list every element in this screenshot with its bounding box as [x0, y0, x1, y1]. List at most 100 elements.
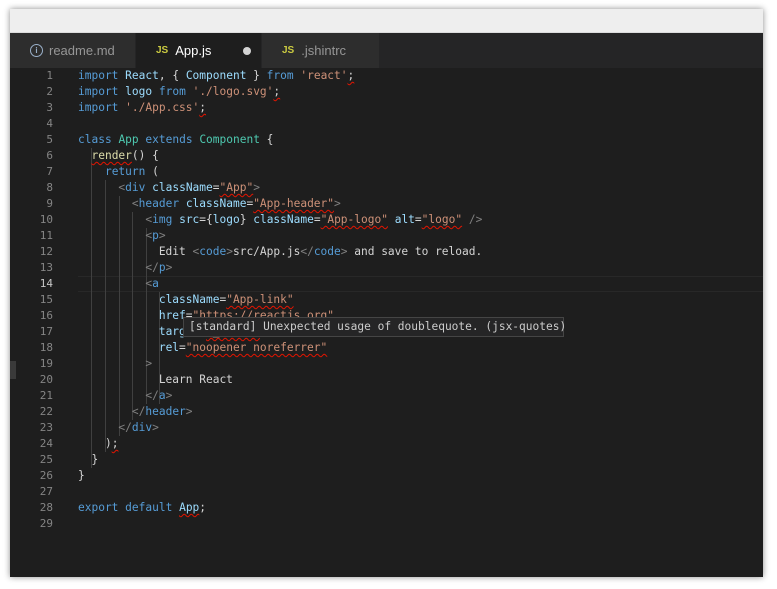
line-number: 24 [39, 437, 53, 450]
code-line[interactable]: class App extends Component { [78, 132, 273, 148]
line-number: 10 [39, 213, 53, 226]
code-token: > [334, 197, 341, 210]
line-number: 1 [46, 69, 53, 82]
code-token: div [131, 421, 153, 434]
code-line[interactable]: <p> [78, 228, 166, 244]
code-token: Edit [78, 245, 193, 258]
code-line[interactable]: } [78, 452, 98, 468]
line-number: 5 [46, 133, 53, 146]
code-token: > [165, 389, 173, 402]
line-number: 16 [39, 309, 53, 322]
code-token: div [125, 181, 146, 194]
code-token: code [313, 245, 341, 258]
code-token: = [179, 341, 186, 354]
code-token: import [78, 85, 119, 98]
code-token: </ [145, 261, 159, 274]
code-line[interactable]: rel="noopener noreferrer" [78, 340, 327, 356]
code-token: Component [199, 133, 260, 146]
code-token: className [253, 213, 314, 226]
code-line[interactable]: </a> [78, 388, 172, 404]
code-token: , { [158, 69, 186, 82]
code-line[interactable]: <img src={logo} className="App-logo" alt… [78, 212, 482, 228]
code-token: "logo" [421, 213, 463, 226]
code-token: header [138, 197, 180, 210]
code-line[interactable]: } [78, 468, 85, 484]
tab-readme[interactable]: i readme.md [10, 33, 136, 68]
tab-jshintrc[interactable]: JS .jshintrc [262, 33, 380, 68]
code-line[interactable]: </div> [78, 420, 158, 436]
code-token: './App.css' [125, 101, 200, 114]
editor-window: i readme.md JS App.js JS .jshintrc 12345… [10, 9, 763, 577]
code-token: Component [185, 69, 247, 82]
code-token: > [165, 261, 173, 274]
code-token: src [179, 213, 200, 226]
code-token: { [259, 133, 274, 146]
code-token: "App" [219, 181, 254, 194]
code-token: "App-logo" [320, 213, 388, 226]
line-number: 3 [46, 101, 53, 114]
code-line[interactable]: <header className="App-header"> [78, 196, 341, 212]
line-number: 14 [39, 277, 53, 290]
code-token: > [185, 405, 193, 418]
code-line[interactable]: render() { [78, 148, 159, 164]
code-line[interactable]: <div className="App"> [78, 180, 260, 196]
code-line[interactable]: import logo from './logo.svg'; [78, 84, 280, 100]
code-token: () { [131, 149, 159, 162]
code-token: ; [273, 85, 281, 98]
code-token: return [104, 165, 146, 178]
line-number: 28 [39, 501, 53, 514]
code-token: export [78, 501, 119, 514]
code-token: Learn React [78, 373, 233, 386]
code-line[interactable]: import './App.css'; [78, 100, 206, 116]
line-number: 23 [39, 421, 53, 434]
code-token: > [158, 229, 166, 242]
code-token: /> [468, 213, 483, 226]
code-line[interactable]: > [78, 356, 152, 372]
code-token: default [125, 501, 173, 514]
scrollbar-marker[interactable] [10, 361, 16, 379]
code-token: ; [199, 101, 207, 114]
code-line[interactable]: </p> [78, 260, 172, 276]
code-line[interactable]: </header> [78, 404, 193, 420]
code-token: </ [145, 389, 159, 402]
code-line[interactable]: Learn React [78, 372, 233, 388]
code-token: logo [125, 85, 153, 98]
tab-app-js[interactable]: JS App.js [136, 33, 262, 68]
code-token: > [340, 245, 348, 258]
unsaved-dot-icon[interactable] [243, 47, 251, 55]
code-token: className [152, 181, 213, 194]
code-token: = [414, 213, 422, 226]
code-line[interactable]: Edit <code>src/App.js</code> and save to… [78, 244, 482, 260]
line-number: 18 [39, 341, 53, 354]
code-token: 'react' [300, 69, 348, 82]
line-number: 19 [39, 357, 53, 370]
code-token: } [78, 453, 99, 466]
line-number: 15 [39, 293, 53, 306]
code-line[interactable]: return ( [78, 164, 159, 180]
code-token: "App-header" [253, 197, 335, 210]
code-line[interactable]: className="App-link" [78, 292, 294, 308]
code-token: img [152, 213, 173, 226]
code-token: logo [212, 213, 240, 226]
code-line[interactable]: ); [78, 436, 119, 452]
line-number: 25 [39, 453, 53, 466]
code-editor[interactable]: 1 2 3 4 5 6 7 8 9 10 11 12 13 14 15 16 17 18 19 20 21 22 23 24 2… [10, 68, 763, 577]
code-line[interactable]: export default App; [78, 500, 206, 516]
code-token: href [158, 309, 186, 322]
line-number: 27 [39, 485, 53, 498]
code-line[interactable]: import React, { Component } from 'react'… [78, 68, 354, 84]
code-line[interactable]: <a [78, 276, 159, 292]
line-number: 11 [39, 229, 53, 242]
code-token: header [145, 405, 186, 418]
